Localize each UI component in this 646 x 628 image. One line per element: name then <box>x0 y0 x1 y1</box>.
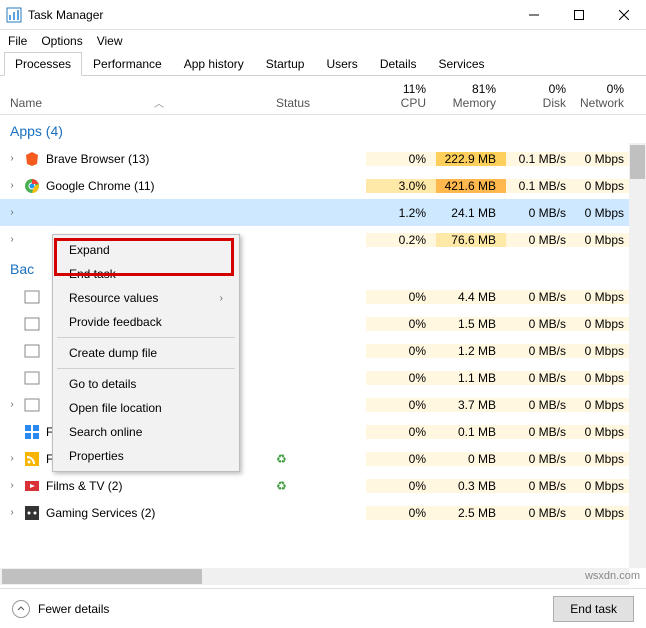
close-button[interactable] <box>601 0 646 30</box>
menu-separator <box>57 337 235 338</box>
process-row[interactable]: ›Films & TV (2) ♻ 0% 0.3 MB 0 MB/s 0 Mbp… <box>0 472 646 499</box>
title-bar: Task Manager <box>0 0 646 30</box>
chevron-right-icon[interactable]: › <box>6 180 18 191</box>
chevron-right-icon[interactable]: › <box>6 207 18 218</box>
tab-app-history[interactable]: App history <box>173 52 255 76</box>
vertical-scrollbar[interactable] <box>629 143 646 568</box>
leaf-icon: ♻ <box>276 479 287 493</box>
feeds-icon <box>24 451 40 467</box>
chevron-up-icon <box>12 600 30 618</box>
disk-cell: 0.1 MB/s <box>506 152 576 166</box>
disk-cell: 0 MB/s <box>506 233 576 247</box>
column-headers: Name ︿ Status 11% CPU 81% Memory 0% Disk… <box>0 76 646 115</box>
chevron-right-icon: › <box>220 293 223 304</box>
window-title: Task Manager <box>28 8 103 22</box>
chrome-icon <box>24 178 40 194</box>
sort-indicator-icon: ︿ <box>42 95 276 110</box>
chevron-right-icon[interactable]: › <box>6 507 18 518</box>
col-cpu-header[interactable]: 11% CPU <box>366 82 436 110</box>
process-name: Gaming Services (2) <box>46 506 155 520</box>
menu-file[interactable]: File <box>8 34 27 48</box>
tab-performance[interactable]: Performance <box>82 52 173 76</box>
menu-search-online[interactable]: Search online <box>55 420 237 444</box>
process-name: Films & TV (2) <box>46 479 122 493</box>
memory-cell: 24.1 MB <box>436 206 506 220</box>
menu-expand[interactable]: Expand <box>55 238 237 262</box>
cpu-cell: 0% <box>366 152 436 166</box>
tab-bar: Processes Performance App history Startu… <box>0 52 646 76</box>
process-row[interactable]: › Google Chrome (11) 3.0% 421.6 MB 0.1 M… <box>0 172 646 199</box>
menu-view[interactable]: View <box>97 34 123 48</box>
generic-app-icon <box>24 289 40 305</box>
generic-app-icon <box>24 343 40 359</box>
group-apps: Apps (4) <box>0 115 646 145</box>
menu-separator <box>57 368 235 369</box>
app-icon <box>6 7 22 23</box>
cpu-cell: 1.2% <box>366 206 436 220</box>
disk-cell: 0.1 MB/s <box>506 179 576 193</box>
menu-bar: File Options View <box>0 30 646 52</box>
menu-provide-feedback[interactable]: Provide feedback <box>55 310 237 334</box>
tab-details[interactable]: Details <box>369 52 428 76</box>
cpu-cell: 3.0% <box>366 179 436 193</box>
col-status-header[interactable]: Status <box>276 96 366 110</box>
menu-create-dump-file[interactable]: Create dump file <box>55 341 237 365</box>
memory-cell: 222.9 MB <box>436 152 506 166</box>
tab-services[interactable]: Services <box>428 52 496 76</box>
films-tv-icon <box>24 478 40 494</box>
chevron-right-icon[interactable]: › <box>6 153 18 164</box>
chevron-right-icon[interactable]: › <box>6 480 18 491</box>
horizontal-scrollbar[interactable] <box>0 568 629 585</box>
chevron-right-icon[interactable]: › <box>6 399 18 410</box>
minimize-button[interactable] <box>511 0 556 30</box>
chevron-right-icon[interactable]: › <box>6 453 18 464</box>
menu-options[interactable]: Options <box>41 34 82 48</box>
scrollbar-thumb[interactable] <box>2 569 202 584</box>
fewer-details-toggle[interactable]: Fewer details <box>12 600 109 618</box>
memory-cell: 421.6 MB <box>436 179 506 193</box>
maximize-button[interactable] <box>556 0 601 30</box>
col-disk-header[interactable]: 0% Disk <box>506 82 576 110</box>
process-name: Brave Browser (13) <box>46 152 149 166</box>
windows-icon <box>24 424 40 440</box>
menu-resource-values[interactable]: Resource values› <box>55 286 237 310</box>
col-network-header[interactable]: 0% Network <box>576 82 646 110</box>
context-menu: Expand End task Resource values› Provide… <box>52 234 240 472</box>
footer: Fewer details End task <box>0 588 646 628</box>
menu-end-task[interactable]: End task <box>55 262 237 286</box>
scrollbar-thumb[interactable] <box>630 145 645 179</box>
brave-icon <box>24 151 40 167</box>
col-memory-header[interactable]: 81% Memory <box>436 82 506 110</box>
disk-cell: 0 MB/s <box>506 206 576 220</box>
tab-processes[interactable]: Processes <box>4 52 82 76</box>
cpu-cell: 0.2% <box>366 233 436 247</box>
col-name-header[interactable]: Name <box>10 96 42 110</box>
process-row[interactable]: ›Gaming Services (2) 0% 2.5 MB 0 MB/s 0 … <box>0 499 646 526</box>
tab-startup[interactable]: Startup <box>255 52 316 76</box>
leaf-icon: ♻ <box>276 452 287 466</box>
tab-users[interactable]: Users <box>315 52 368 76</box>
generic-app-icon <box>24 316 40 332</box>
menu-go-to-details[interactable]: Go to details <box>55 372 237 396</box>
gaming-icon <box>24 505 40 521</box>
menu-open-file-location[interactable]: Open file location <box>55 396 237 420</box>
process-row[interactable]: › 1.2% 24.1 MB 0 MB/s 0 Mbps <box>0 199 646 226</box>
chevron-right-icon[interactable]: › <box>6 234 18 245</box>
menu-properties[interactable]: Properties <box>55 444 237 468</box>
generic-app-icon <box>24 370 40 386</box>
end-task-button[interactable]: End task <box>553 596 634 622</box>
process-name: Google Chrome (11) <box>46 179 155 193</box>
process-row[interactable]: › Brave Browser (13) 0% 222.9 MB 0.1 MB/… <box>0 145 646 172</box>
generic-app-icon <box>24 397 40 413</box>
memory-cell: 76.6 MB <box>436 233 506 247</box>
